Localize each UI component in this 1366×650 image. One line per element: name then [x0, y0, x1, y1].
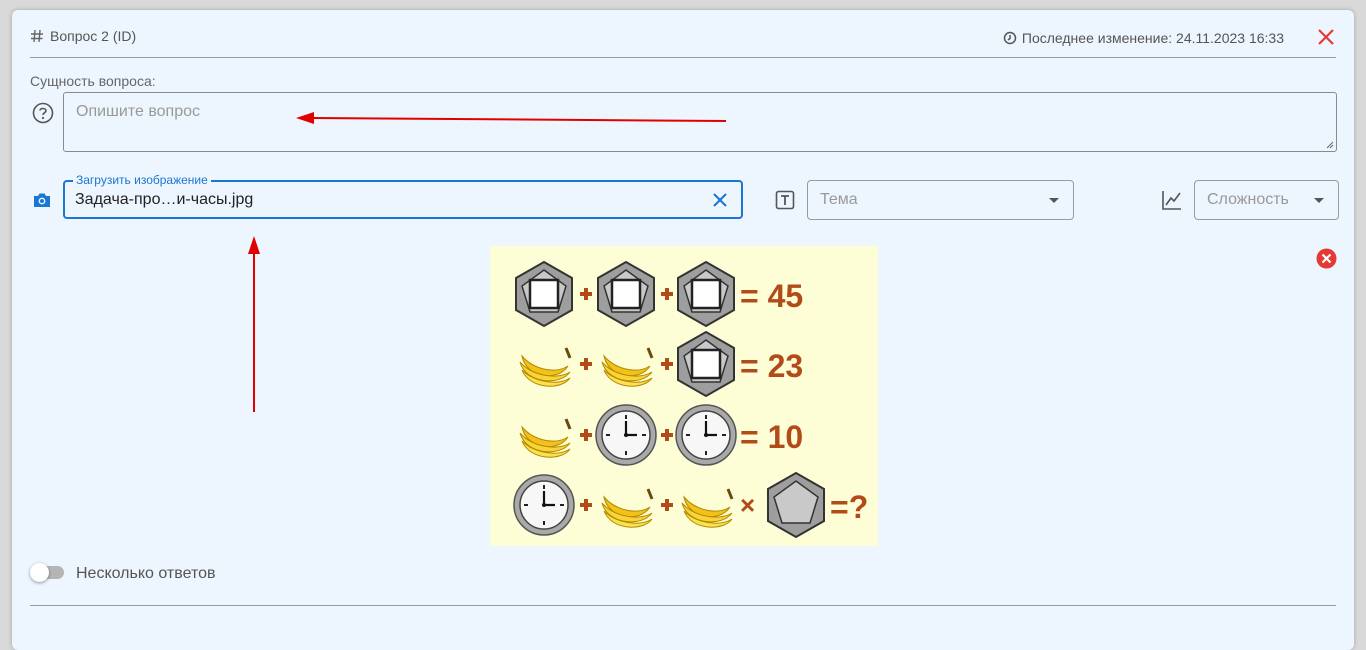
- remove-image-icon[interactable]: [1316, 248, 1337, 269]
- row3-result: = 10: [740, 419, 803, 455]
- puzzle-row-3: = 10: [518, 403, 803, 467]
- resize-handle-icon[interactable]: [1326, 141, 1334, 149]
- puzzle-row-4: × =?: [512, 472, 868, 538]
- puzzle-row-2: = 23: [518, 330, 803, 398]
- multiple-answers-toggle[interactable]: [30, 563, 64, 582]
- essence-label: Сущность вопроса:: [30, 73, 156, 89]
- chevron-down-icon: [1049, 198, 1059, 203]
- multiple-answers-label: Несколько ответов: [76, 565, 216, 582]
- toggle-thumb: [30, 563, 49, 582]
- camera-icon[interactable]: [32, 190, 52, 210]
- uploaded-image-preview: = 45 = 23 = 10 × =?: [490, 246, 878, 546]
- row4-result: =?: [830, 489, 868, 525]
- line-chart-icon: [1162, 191, 1181, 210]
- row4-operator: ×: [740, 490, 755, 520]
- question-id-text: Вопрос 2 (ID): [50, 28, 137, 44]
- topic-select[interactable]: Тема: [807, 180, 1074, 220]
- difficulty-placeholder: Сложность: [1207, 191, 1289, 208]
- topic-placeholder: Тема: [820, 191, 858, 208]
- math-puzzle-illustration: = 45 = 23 = 10 × =?: [512, 260, 868, 538]
- clear-icon[interactable]: [711, 191, 729, 209]
- image-upload-value: Задача-про…и-часы.jpg: [75, 191, 254, 208]
- row2-result: = 23: [740, 348, 803, 384]
- header-divider: [30, 57, 1336, 58]
- question-card: Вопрос 2 (ID) Последнее изменение: 24.11…: [12, 10, 1354, 650]
- text-box-icon: [775, 190, 795, 210]
- hash-icon: [31, 29, 43, 43]
- last-modified: Последнее изменение: 24.11.2023 16:33: [1003, 30, 1284, 46]
- clock-icon: [1003, 31, 1017, 45]
- close-icon[interactable]: [1316, 27, 1336, 47]
- difficulty-select[interactable]: Сложность: [1194, 180, 1339, 220]
- image-upload-label: Загрузить изображение: [73, 173, 211, 187]
- image-upload-field[interactable]: Загрузить изображение Задача-про…и-часы.…: [63, 173, 743, 219]
- help-circle-icon: [32, 102, 54, 124]
- last-modified-text: Последнее изменение: 24.11.2023 16:33: [1021, 30, 1284, 46]
- question-id: Вопрос 2 (ID): [30, 28, 136, 44]
- puzzle-row-1: = 45: [514, 260, 803, 328]
- question-description-placeholder: Опишите вопрос: [76, 103, 200, 120]
- bottom-divider: [30, 605, 1336, 606]
- chevron-down-icon: [1314, 198, 1324, 203]
- row1-result: = 45: [740, 278, 803, 314]
- question-description-input[interactable]: Опишите вопрос: [63, 92, 1337, 152]
